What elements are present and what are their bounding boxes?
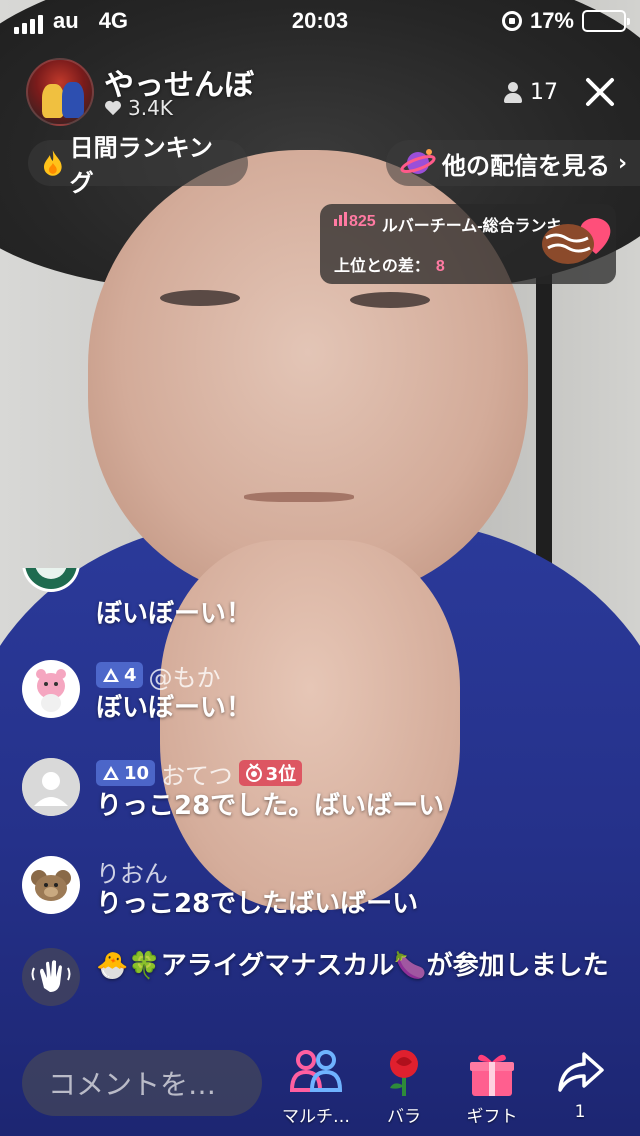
rank-diff-value: 8 — [435, 258, 445, 275]
heart-icon — [105, 100, 121, 116]
rose-icon — [390, 1050, 418, 1096]
streamer-avatar[interactable] — [26, 58, 94, 126]
multi-guest-icon — [289, 1050, 343, 1092]
share-button[interactable]: 1 — [542, 1046, 618, 1122]
chocolate-gift-icon — [542, 218, 611, 264]
chat-message: りおん りっこ28でしたばいばーい — [22, 856, 612, 926]
level-badge: 10 — [96, 760, 156, 786]
chat-username[interactable]: りおん — [96, 854, 168, 889]
status-right: 17% — [501, 8, 630, 34]
chat-join-message: 🐣🍀アライグマナスカル🍆が参加しました — [22, 948, 612, 1028]
likes-count: 3.4K — [104, 96, 173, 120]
chat-avatar[interactable] — [22, 758, 80, 816]
chat-meta: りおん — [96, 854, 616, 889]
other-streams-button[interactable]: 他の配信を見る › — [386, 140, 640, 186]
chat-message: 4 @もか ぼいぼーい！ — [22, 660, 612, 730]
chat-username[interactable]: おてつ — [161, 756, 233, 791]
multi-button[interactable]: マルチ… — [278, 1046, 354, 1127]
rank-bars-icon — [334, 212, 347, 226]
medal-icon — [245, 763, 262, 782]
status-bar: au 4G 20:03 17% — [0, 0, 640, 40]
flame-icon — [43, 150, 62, 176]
chat-feed[interactable]: ぼいぼーい！ 4 @もか ぼいぼーい！ 10 おてつ 3位 りっこ28でした。ば… — [0, 560, 640, 1030]
planet-icon — [400, 149, 436, 174]
level-value: 10 — [124, 762, 150, 784]
chat-meta: 10 おてつ 3位 — [96, 756, 616, 791]
video-door-edge — [536, 250, 552, 570]
chat-message-body: ぼいぼーい！ — [96, 596, 616, 632]
comment-placeholder: コメントを… — [48, 1068, 217, 1101]
video-eye-left — [160, 290, 240, 306]
pink-character-avatar — [36, 669, 66, 712]
viewer-count[interactable]: 17 — [504, 80, 558, 105]
daily-ranking-button[interactable]: 日間ランキング — [28, 134, 248, 197]
chat-text: ぼいぼーい！ — [96, 599, 253, 629]
chat-text: 🐣🍀アライグマナスカル🍆が参加しました — [96, 951, 609, 981]
chat-text: りっこ28でした。ばいばーい — [96, 791, 445, 821]
default-avatar — [22, 758, 80, 816]
chevron-right-icon: › — [618, 150, 628, 176]
share-count: 1 — [574, 1102, 586, 1122]
person-icon — [504, 81, 522, 104]
chat-message: 10 おてつ 3位 りっこ28でした。ばいばーい — [22, 758, 612, 828]
gift-box-icon — [470, 1054, 514, 1096]
daily-ranking-label: 日間ランキング — [69, 134, 213, 197]
level-triangle-icon — [103, 766, 119, 780]
team-score: 825 — [334, 212, 376, 236]
gift-label: ギフト — [466, 1107, 518, 1127]
team-name: ルバーチーム-総合ランキ — [381, 218, 560, 235]
share-arrow-icon — [558, 1052, 604, 1092]
likes-value: 3.4K — [128, 96, 173, 120]
chat-username[interactable]: @もか — [149, 658, 221, 693]
wave-hand-icon — [31, 960, 71, 992]
comment-input[interactable]: コメントを… — [22, 1050, 262, 1116]
bear-avatar — [31, 870, 71, 901]
close-icon[interactable] — [580, 72, 620, 112]
team-rank-line: 825 ルバーチーム-総合ランキ — [334, 212, 560, 236]
battery-icon — [582, 10, 630, 32]
rank-value: 3位 — [265, 764, 297, 785]
chat-message-body: 🐣🍀アライグマナスカル🍆が参加しました — [96, 948, 616, 984]
level-value: 4 — [124, 664, 137, 686]
video-eye-right — [350, 292, 430, 308]
battery-percent: 17% — [529, 8, 574, 33]
rose-button[interactable]: バラ — [366, 1046, 442, 1127]
chat-avatar[interactable] — [22, 660, 80, 718]
rank-diff-label: 上位との差： — [334, 258, 430, 275]
chat-text: ぼいぼーい！ — [96, 693, 253, 723]
rank-diff-line: 上位との差： 8 — [334, 252, 445, 276]
video-mouth — [244, 492, 354, 502]
level-badge: 4 — [96, 662, 143, 688]
viewer-count-value: 17 — [530, 80, 558, 105]
chat-message: ぼいぼーい！ — [22, 568, 612, 629]
chat-avatar[interactable] — [22, 856, 80, 914]
team-score-value: 825 — [349, 213, 376, 230]
other-streams-label: 他の配信を見る — [442, 151, 610, 180]
chat-message-body: りおん りっこ28でしたばいばーい — [96, 856, 616, 922]
gift-button[interactable]: ギフト — [454, 1046, 530, 1127]
chat-text: りっこ28でしたばいばーい — [96, 889, 419, 919]
rose-label: バラ — [387, 1107, 421, 1127]
level-triangle-icon — [103, 668, 119, 682]
chat-message-body: 4 @もか ぼいぼーい！ — [96, 660, 616, 726]
chat-avatar — [22, 948, 80, 1006]
chat-message-body: 10 おてつ 3位 りっこ28でした。ばいばーい — [96, 758, 616, 824]
multi-label: マルチ… — [282, 1107, 350, 1127]
orientation-lock-icon — [501, 11, 522, 31]
rank-badge: 3位 — [238, 760, 303, 786]
chat-meta: 4 @もか — [96, 658, 616, 693]
